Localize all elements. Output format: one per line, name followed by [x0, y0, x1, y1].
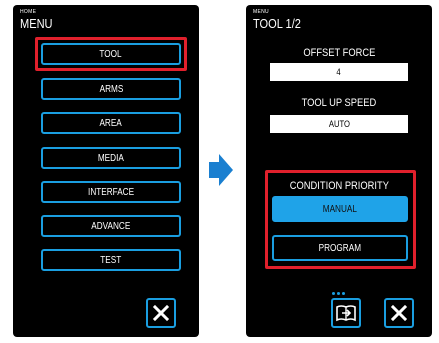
breadcrumb: MENU — [253, 9, 269, 15]
offset-force-field[interactable]: 4 — [270, 63, 408, 81]
menu-item-label: TEST — [100, 254, 122, 266]
page-title: TOOL 1/2 — [253, 16, 301, 31]
close-x-icon — [390, 304, 408, 322]
breadcrumb: HOME — [20, 9, 37, 15]
book-next-page-icon — [336, 305, 356, 322]
tool-up-speed-label: TOOL UP SPEED — [301, 97, 377, 109]
page-indicator — [332, 292, 346, 295]
main-menu-screen: HOME MENU TOOL ARMS AREA MEDIA INTERFACE… — [13, 5, 199, 337]
menu-item-tool[interactable]: TOOL — [41, 43, 181, 65]
menu-item-label: AREA — [99, 117, 123, 129]
menu-item-label: INTERFACE — [87, 186, 135, 198]
manual-button[interactable]: MANUAL — [272, 196, 408, 222]
close-button[interactable] — [384, 298, 414, 328]
menu-item-media[interactable]: MEDIA — [41, 147, 181, 169]
offset-force-label: OFFSET FORCE — [302, 47, 376, 59]
tool-up-speed-field[interactable]: AUTO — [270, 115, 408, 133]
condition-priority-label: CONDITION PRIORITY — [289, 180, 389, 192]
page-title: MENU — [20, 16, 53, 31]
menu-item-label: MEDIA — [98, 152, 124, 164]
menu-item-arms[interactable]: ARMS — [41, 78, 181, 100]
tool-settings-screen: MENU TOOL 1/2 OFFSET FORCE 4 TOOL UP SPE… — [246, 5, 432, 337]
program-button[interactable]: PROGRAM — [272, 235, 408, 261]
menu-item-area[interactable]: AREA — [41, 112, 181, 134]
menu-item-label: TOOL — [99, 48, 123, 60]
menu-item-label: ARMS — [99, 83, 123, 95]
menu-item-label: ADVANCE — [91, 220, 131, 232]
close-button[interactable] — [146, 298, 176, 328]
menu-item-interface[interactable]: INTERFACE — [41, 181, 181, 203]
close-x-icon — [152, 304, 170, 322]
arrow-right-icon — [209, 154, 233, 186]
next-page-button[interactable] — [331, 298, 361, 328]
menu-item-test[interactable]: TEST — [41, 249, 181, 271]
menu-item-advance[interactable]: ADVANCE — [41, 215, 181, 237]
